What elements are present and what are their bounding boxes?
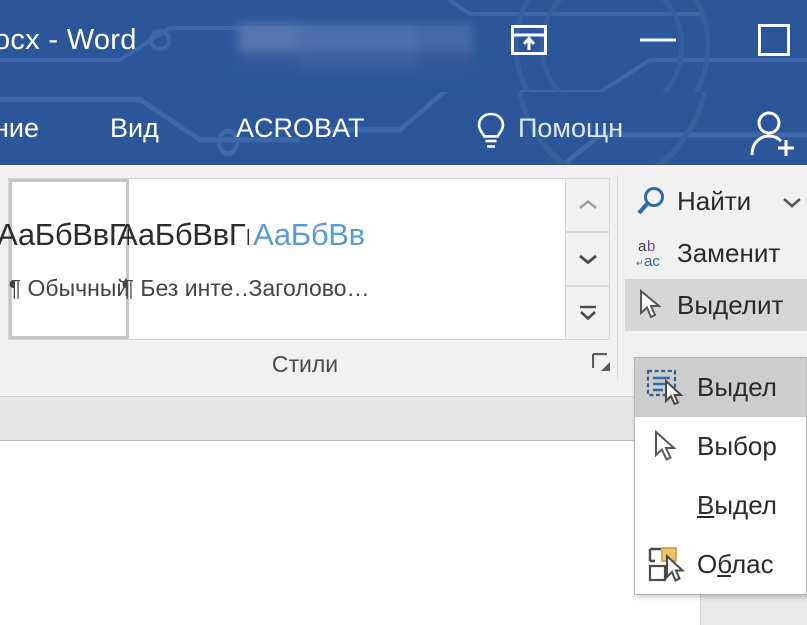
- tab-recenzirovanie[interactable]: ние: [0, 106, 39, 150]
- style-name-label: ¶ Обычный: [8, 274, 130, 301]
- menu-select-similar-formatting[interactable]: Выдел: [635, 476, 806, 535]
- styles-more-button[interactable]: [565, 286, 610, 340]
- magnifier-icon: [637, 187, 664, 215]
- group-separator: [617, 175, 618, 380]
- styles-gallery-scrollbar[interactable]: [565, 178, 610, 340]
- tell-me-label[interactable]: Помощн: [518, 106, 623, 150]
- select-all-icon-wrap: [635, 369, 697, 407]
- tab-vid[interactable]: Вид: [110, 106, 159, 150]
- replace-label: Заменит: [677, 237, 781, 268]
- style-item-heading[interactable]: АаБбВв Заголово…: [248, 179, 370, 339]
- styles-group-label: Стили: [271, 351, 339, 377]
- chevron-up-icon: [578, 200, 597, 209]
- styles-group: АаБбВвГг, ¶ Обычный АаБбВвГг, ¶ Без инте…: [0, 165, 618, 397]
- chevron-down-icon: [578, 254, 597, 264]
- dialog-launcher-icon[interactable]: [592, 353, 612, 373]
- style-name-label: ¶ Без инте…: [121, 274, 257, 301]
- more-styles-icon: [579, 305, 596, 321]
- ribbon-display-options-button[interactable]: [497, 16, 561, 64]
- menu-selection-pane-label: Облас: [697, 549, 774, 579]
- replace-abac-icon: a b ↵ ac: [636, 238, 660, 270]
- select-label: Выделит: [677, 289, 784, 320]
- menu-select-similar-label: Выдел: [697, 490, 777, 520]
- ribbon-display-options-icon: [511, 25, 547, 55]
- find-label: Найти: [677, 185, 752, 216]
- redacted-account-region: [238, 24, 473, 71]
- replace-button[interactable]: a b ↵ ac Заменит: [625, 227, 807, 279]
- style-sample-text: АаБбВв: [253, 216, 365, 252]
- menu-selection-pane[interactable]: Облас: [635, 535, 806, 594]
- menu-select-all-label: Выдел: [697, 372, 777, 402]
- menu-select-similar-rest: ыдел: [714, 490, 777, 520]
- style-sample-text: АаБбВвГг,: [117, 216, 261, 252]
- menu-select-objects[interactable]: Выбор: [635, 417, 806, 476]
- lightbulb-icon: [477, 112, 505, 148]
- svg-text:ac: ac: [644, 253, 660, 270]
- minimize-button[interactable]: [626, 16, 690, 64]
- document-title: ocx - Word: [0, 24, 137, 56]
- title-bar: ocx - Word: [0, 0, 807, 92]
- document-right-gutter: [700, 595, 807, 625]
- styles-gallery: АаБбВвГг, ¶ Обычный АаБбВвГг, ¶ Без инте…: [0, 178, 584, 340]
- replace-icon-wrap: a b ↵ ac: [625, 236, 677, 270]
- style-item-no-spacing[interactable]: АаБбВвГг, ¶ Без инте…: [117, 179, 261, 339]
- gutter-edge: [700, 595, 701, 625]
- cursor-icon-wrap: [635, 429, 697, 464]
- selection-pane-icon-wrap: [635, 546, 697, 584]
- svg-text:↵: ↵: [636, 258, 644, 268]
- find-button[interactable]: Найти: [625, 175, 807, 227]
- chevron-down-icon[interactable]: [783, 197, 801, 208]
- share-person-icon[interactable]: [743, 110, 801, 158]
- select-all-icon: [646, 369, 684, 405]
- tab-acrobat[interactable]: ACROBAT: [236, 106, 365, 150]
- style-name-label: Заголово…: [248, 274, 370, 301]
- ribbon-tab-strip: ние Вид ACROBAT Помощн: [0, 92, 807, 165]
- minimize-icon: [640, 38, 676, 42]
- styles-scroll-down-button[interactable]: [565, 232, 610, 286]
- word-window: ocx - Word ние Вид ACROBAT Помощн АаБбВв…: [0, 0, 807, 625]
- maximize-button[interactable]: [742, 16, 806, 64]
- select-dropdown-menu: Выдел Выбор Выдел Облас: [634, 357, 807, 595]
- style-item-normal[interactable]: АаБбВвГг, ¶ Обычный: [0, 179, 141, 339]
- styles-scroll-up-button[interactable]: [565, 178, 610, 232]
- cursor-icon-wrap: [625, 289, 677, 321]
- menu-select-objects-label: Выбор: [697, 431, 777, 461]
- cursor-arrow-icon: [640, 289, 662, 319]
- cursor-arrow-icon: [655, 429, 677, 461]
- select-button[interactable]: Выделит: [625, 279, 807, 331]
- maximize-icon: [758, 24, 790, 56]
- menu-selection-pane-rest: лас: [730, 549, 774, 579]
- selection-pane-icon: [648, 546, 686, 582]
- menu-select-all[interactable]: Выдел: [635, 358, 806, 417]
- magnifier-icon-wrap: [625, 186, 677, 216]
